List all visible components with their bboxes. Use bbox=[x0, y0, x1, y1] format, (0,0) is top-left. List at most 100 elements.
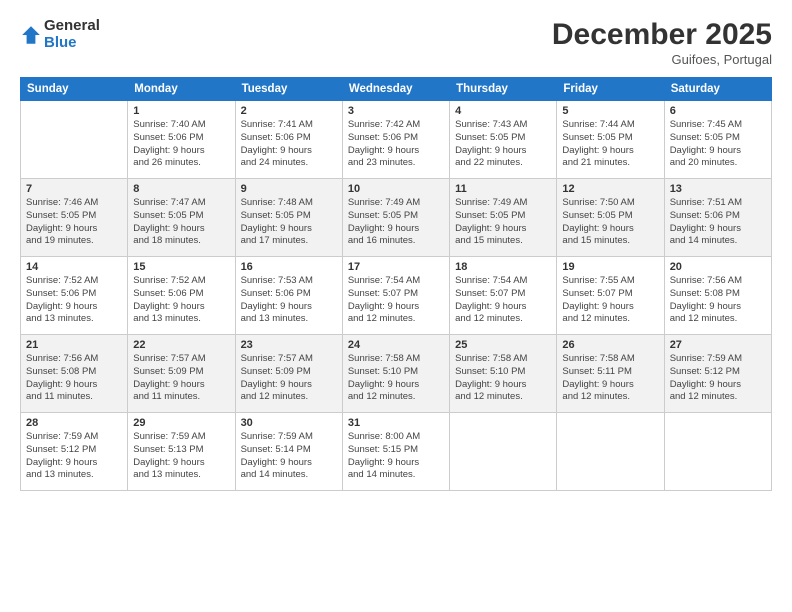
day-number: 9 bbox=[241, 183, 337, 195]
day-number: 2 bbox=[241, 105, 337, 117]
day-number: 10 bbox=[348, 183, 444, 195]
col-header-friday: Friday bbox=[557, 78, 664, 101]
calendar-cell bbox=[557, 413, 664, 491]
calendar-cell: 5Sunrise: 7:44 AMSunset: 5:05 PMDaylight… bbox=[557, 101, 664, 179]
location-subtitle: Guifoes, Portugal bbox=[552, 52, 772, 67]
calendar-cell bbox=[21, 101, 128, 179]
day-number: 18 bbox=[455, 261, 551, 273]
day-number: 5 bbox=[562, 105, 658, 117]
day-number: 30 bbox=[241, 417, 337, 429]
page: General Blue December 2025 Guifoes, Port… bbox=[0, 0, 792, 612]
logo-general: General bbox=[44, 18, 100, 35]
day-info: Sunrise: 7:59 AMSunset: 5:12 PMDaylight:… bbox=[670, 353, 766, 404]
day-info: Sunrise: 7:58 AMSunset: 5:10 PMDaylight:… bbox=[455, 353, 551, 404]
day-number: 20 bbox=[670, 261, 766, 273]
day-number: 11 bbox=[455, 183, 551, 195]
calendar-cell: 27Sunrise: 7:59 AMSunset: 5:12 PMDayligh… bbox=[664, 335, 771, 413]
calendar-cell: 18 Sunrise: 7:54 AMSunset: 5:07 PMDayligh… bbox=[450, 257, 557, 335]
day-number: 25 bbox=[455, 339, 551, 351]
day-number: 1 bbox=[133, 105, 229, 117]
day-number: 31 bbox=[348, 417, 444, 429]
day-number: 7 bbox=[26, 183, 122, 195]
day-number: 13 bbox=[670, 183, 766, 195]
day-info: Sunrise: 7:50 AMSunset: 5:05 PMDaylight:… bbox=[562, 197, 658, 248]
col-header-tuesday: Tuesday bbox=[235, 78, 342, 101]
day-info: Sunrise: 7:57 AMSunset: 5:09 PMDaylight:… bbox=[241, 353, 337, 404]
calendar-cell: 19Sunrise: 7:55 AMSunset: 5:07 PMDayligh… bbox=[557, 257, 664, 335]
calendar-cell: 17 Sunrise: 7:54 AMSunset: 5:07 PMDayligh… bbox=[342, 257, 449, 335]
calendar-cell: 26 Sunrise: 7:58 AMSunset: 5:11 PMDayligh… bbox=[557, 335, 664, 413]
day-number: 21 bbox=[26, 339, 122, 351]
day-number: 28 bbox=[26, 417, 122, 429]
day-number: 15 bbox=[133, 261, 229, 273]
logo-blue: Blue bbox=[44, 35, 100, 52]
calendar-cell: 2 Sunrise: 7:41 AMSunset: 5:06 PMDaylight… bbox=[235, 101, 342, 179]
col-header-saturday: Saturday bbox=[664, 78, 771, 101]
day-info: Sunrise: 7:59 AMSunset: 5:14 PMDaylight:… bbox=[241, 431, 337, 482]
logo-icon bbox=[20, 24, 42, 46]
calendar-cell: 13 Sunrise: 7:51 AMSunset: 5:06 PMDayligh… bbox=[664, 179, 771, 257]
day-info: Sunrise: 7:47 AMSunset: 5:05 PMDaylight:… bbox=[133, 197, 229, 248]
calendar-cell: 11 Sunrise: 7:49 AMSunset: 5:05 PMDayligh… bbox=[450, 179, 557, 257]
calendar-cell: 30 Sunrise: 7:59 AMSunset: 5:14 PMDayligh… bbox=[235, 413, 342, 491]
calendar-cell: 1 Sunrise: 7:40 AMSunset: 5:06 PMDaylight… bbox=[128, 101, 235, 179]
day-number: 3 bbox=[348, 105, 444, 117]
calendar-cell: 9 Sunrise: 7:48 AMSunset: 5:05 PMDaylight… bbox=[235, 179, 342, 257]
title-block: December 2025 Guifoes, Portugal bbox=[552, 18, 772, 67]
calendar-table: SundayMondayTuesdayWednesdayThursdayFrid… bbox=[20, 77, 772, 491]
day-info: Sunrise: 7:54 AMSunset: 5:07 PMDaylight:… bbox=[348, 275, 444, 326]
day-number: 4 bbox=[455, 105, 551, 117]
day-info: Sunrise: 7:59 AMSunset: 5:12 PMDaylight:… bbox=[26, 431, 122, 482]
day-info: Sunrise: 7:58 AMSunset: 5:10 PMDaylight:… bbox=[348, 353, 444, 404]
day-info: Sunrise: 7:56 AMSunset: 5:08 PMDaylight:… bbox=[26, 353, 122, 404]
calendar-cell: 31 Sunrise: 8:00 AMSunset: 5:15 PMDayligh… bbox=[342, 413, 449, 491]
header: General Blue December 2025 Guifoes, Port… bbox=[20, 18, 772, 67]
day-info: Sunrise: 7:46 AMSunset: 5:05 PMDaylight:… bbox=[26, 197, 122, 248]
day-number: 8 bbox=[133, 183, 229, 195]
day-info: Sunrise: 7:41 AMSunset: 5:06 PMDaylight:… bbox=[241, 119, 337, 170]
day-info: Sunrise: 7:53 AMSunset: 5:06 PMDaylight:… bbox=[241, 275, 337, 326]
day-info: Sunrise: 7:57 AMSunset: 5:09 PMDaylight:… bbox=[133, 353, 229, 404]
day-info: Sunrise: 7:45 AMSunset: 5:05 PMDaylight:… bbox=[670, 119, 766, 170]
day-info: Sunrise: 7:58 AMSunset: 5:11 PMDaylight:… bbox=[562, 353, 658, 404]
day-info: Sunrise: 7:40 AMSunset: 5:06 PMDaylight:… bbox=[133, 119, 229, 170]
col-header-monday: Monday bbox=[128, 78, 235, 101]
calendar-cell: 20Sunrise: 7:56 AMSunset: 5:08 PMDayligh… bbox=[664, 257, 771, 335]
calendar-cell: 28 Sunrise: 7:59 AMSunset: 5:12 PMDayligh… bbox=[21, 413, 128, 491]
month-title: December 2025 bbox=[552, 18, 772, 52]
col-header-wednesday: Wednesday bbox=[342, 78, 449, 101]
calendar-cell: 24 Sunrise: 7:58 AMSunset: 5:10 PMDayligh… bbox=[342, 335, 449, 413]
calendar-cell: 23Sunrise: 7:57 AMSunset: 5:09 PMDayligh… bbox=[235, 335, 342, 413]
day-number: 26 bbox=[562, 339, 658, 351]
day-number: 12 bbox=[562, 183, 658, 195]
calendar-cell: 10 Sunrise: 7:49 AMSunset: 5:05 PMDayligh… bbox=[342, 179, 449, 257]
day-info: Sunrise: 7:51 AMSunset: 5:06 PMDaylight:… bbox=[670, 197, 766, 248]
calendar-cell: 15 Sunrise: 7:52 AMSunset: 5:06 PMDayligh… bbox=[128, 257, 235, 335]
day-info: Sunrise: 7:52 AMSunset: 5:06 PMDaylight:… bbox=[133, 275, 229, 326]
calendar-cell: 14Sunrise: 7:52 AMSunset: 5:06 PMDayligh… bbox=[21, 257, 128, 335]
calendar-cell bbox=[450, 413, 557, 491]
day-info: Sunrise: 7:52 AMSunset: 5:06 PMDaylight:… bbox=[26, 275, 122, 326]
calendar-cell bbox=[664, 413, 771, 491]
calendar-cell: 21 Sunrise: 7:56 AMSunset: 5:08 PMDayligh… bbox=[21, 335, 128, 413]
calendar-cell: 6Sunrise: 7:45 AMSunset: 5:05 PMDaylight… bbox=[664, 101, 771, 179]
day-info: Sunrise: 8:00 AMSunset: 5:15 PMDaylight:… bbox=[348, 431, 444, 482]
day-info: Sunrise: 7:49 AMSunset: 5:05 PMDaylight:… bbox=[455, 197, 551, 248]
logo-text: General Blue bbox=[44, 18, 100, 51]
calendar-cell: 4Sunrise: 7:43 AMSunset: 5:05 PMDaylight… bbox=[450, 101, 557, 179]
calendar-cell: 16 Sunrise: 7:53 AMSunset: 5:06 PMDayligh… bbox=[235, 257, 342, 335]
col-header-sunday: Sunday bbox=[21, 78, 128, 101]
day-info: Sunrise: 7:42 AMSunset: 5:06 PMDaylight:… bbox=[348, 119, 444, 170]
day-info: Sunrise: 7:49 AMSunset: 5:05 PMDaylight:… bbox=[348, 197, 444, 248]
calendar-cell: 3 Sunrise: 7:42 AMSunset: 5:06 PMDaylight… bbox=[342, 101, 449, 179]
day-number: 16 bbox=[241, 261, 337, 273]
day-info: Sunrise: 7:48 AMSunset: 5:05 PMDaylight:… bbox=[241, 197, 337, 248]
calendar-cell: 25 Sunrise: 7:58 AMSunset: 5:10 PMDayligh… bbox=[450, 335, 557, 413]
day-number: 17 bbox=[348, 261, 444, 273]
calendar-cell: 8 Sunrise: 7:47 AMSunset: 5:05 PMDaylight… bbox=[128, 179, 235, 257]
day-info: Sunrise: 7:54 AMSunset: 5:07 PMDaylight:… bbox=[455, 275, 551, 326]
day-info: Sunrise: 7:59 AMSunset: 5:13 PMDaylight:… bbox=[133, 431, 229, 482]
calendar-cell: 7 Sunrise: 7:46 AMSunset: 5:05 PMDaylight… bbox=[21, 179, 128, 257]
calendar-cell: 12 Sunrise: 7:50 AMSunset: 5:05 PMDayligh… bbox=[557, 179, 664, 257]
day-number: 24 bbox=[348, 339, 444, 351]
